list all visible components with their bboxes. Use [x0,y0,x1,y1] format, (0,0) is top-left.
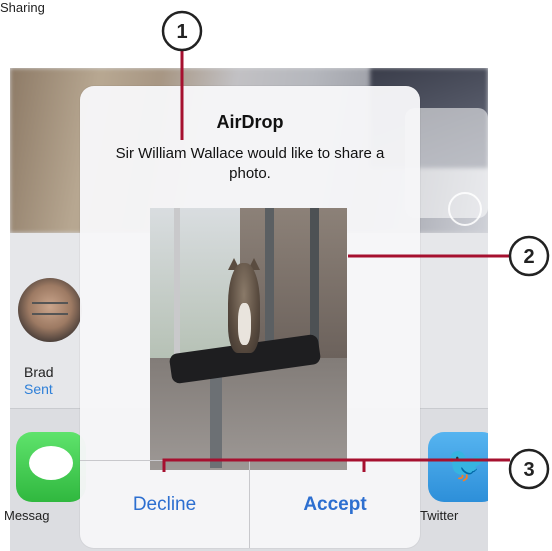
dialog-message: Sir William Wallace would like to share … [115,145,385,182]
twitter-icon[interactable]: 🐦 [428,432,488,502]
messages-icon[interactable] [16,432,86,502]
sharing-label: Sharing [0,0,45,15]
shared-photo-preview [150,208,347,470]
contact-name: Brad [24,364,54,380]
photo-bench-legs [210,368,222,468]
callout-1-number: 1 [176,21,187,43]
photo-window [150,208,240,358]
select-circle-icon[interactable] [448,192,482,226]
callout-3-number: 3 [523,459,534,481]
decline-button[interactable]: Decline [80,461,249,548]
speech-bubble-icon [29,446,73,480]
glasses-icon [32,302,68,315]
callout-1-marker [161,10,203,52]
dialog-title: AirDrop [216,112,284,132]
bird-icon: 🐦 [446,446,488,484]
cat-chest [238,303,251,345]
airdrop-dialog: AirDrop Sir William Wallace would like t… [80,86,420,548]
accept-button[interactable]: Accept [250,461,420,548]
callout-2-number: 2 [523,246,534,268]
twitter-app-label: Twitter [420,508,459,523]
contact-avatar[interactable] [18,278,82,342]
callout-3-marker [508,448,550,490]
messages-app-label: Messag [4,508,50,523]
contact-status: Sent [24,381,53,397]
callout-2-marker [508,235,550,277]
